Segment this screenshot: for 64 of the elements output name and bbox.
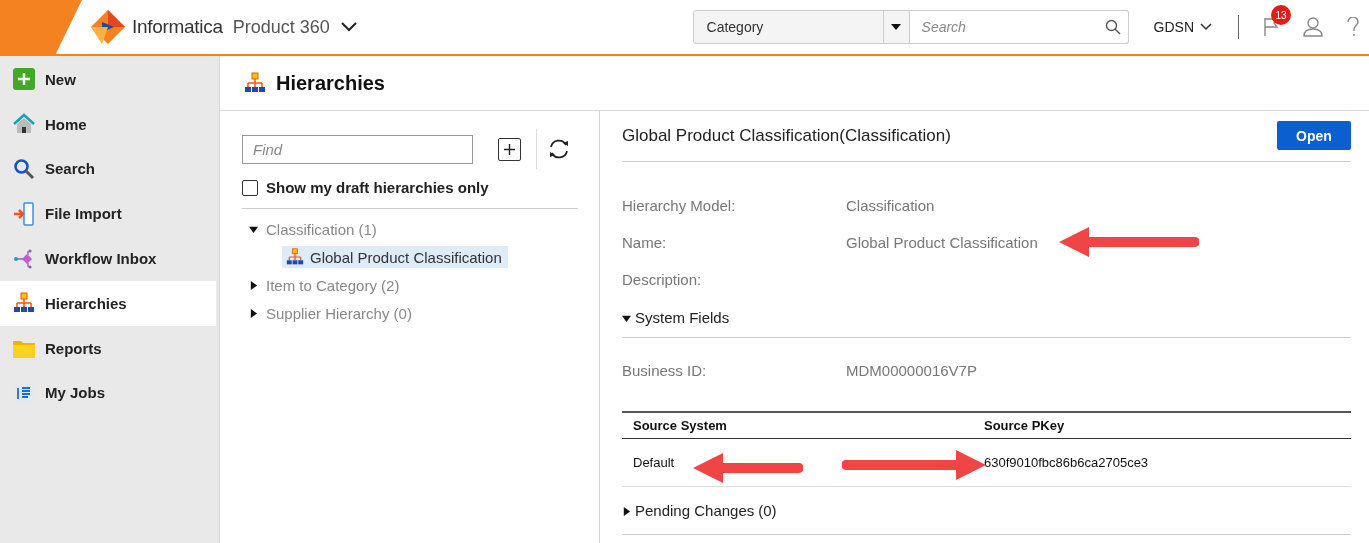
sidebar-item[interactable]: File Import: [0, 191, 216, 237]
plus-icon: [13, 68, 35, 91]
logo-icon: [90, 9, 126, 45]
help-icon[interactable]: [1347, 17, 1359, 37]
collapse-icon[interactable]: [622, 314, 631, 323]
column-header: Source PKey: [984, 418, 1065, 433]
checkbox[interactable]: [242, 179, 258, 196]
sidebar-item[interactable]: New: [0, 57, 216, 102]
search-field[interactable]: Search: [909, 10, 1129, 44]
open-button[interactable]: Open: [1277, 121, 1351, 150]
refresh-icon[interactable]: [547, 138, 571, 160]
search-icon: [13, 158, 35, 180]
pending-count: (0): [758, 502, 777, 519]
workflow-icon: [13, 247, 35, 270]
expand-icon[interactable]: [248, 280, 258, 290]
hierarchy-icon: [244, 72, 266, 94]
sidebar-item[interactable]: Reports: [0, 325, 216, 371]
field-label: Description:: [622, 271, 703, 288]
checkbox-label: Show my draft hierarchies only: [266, 179, 489, 196]
collapse-icon[interactable]: [248, 224, 258, 234]
caret-icon: [891, 24, 902, 30]
brand-name: Informatica: [132, 16, 223, 38]
product-switcher[interactable]: Product 360: [232, 16, 330, 38]
field-value: MDM00000016V7P: [846, 362, 977, 379]
chevron-down-icon[interactable]: [339, 21, 358, 33]
table-cell: 630f9010fbc86b6ca2705ce3: [984, 455, 1149, 470]
expand-icon[interactable]: [622, 507, 631, 516]
sidebar-item[interactable]: My Jobs: [0, 370, 216, 416]
column-header: Source System: [632, 418, 728, 433]
sidebar-item[interactable]: Search: [0, 146, 216, 192]
folder-icon: [13, 338, 35, 359]
field-label: Hierarchy Model:: [622, 197, 737, 214]
workspace-dropdown[interactable]: GDSN: [1153, 19, 1212, 35]
tree-node[interactable]: Item to Category (2): [266, 276, 400, 294]
field-value: Classification: [846, 197, 935, 214]
sidebar-item[interactable]: Workflow Inbox: [0, 236, 216, 281]
home-icon: [13, 113, 35, 136]
find-field[interactable]: Find: [242, 134, 473, 164]
notification-badge: 13: [1271, 5, 1291, 25]
sidebar-item[interactable]: Hierarchies: [0, 281, 216, 326]
tree-node[interactable]: Classification (1): [266, 220, 377, 238]
chevron-down-icon: [1200, 23, 1212, 31]
hierarchy-icon: [286, 248, 304, 266]
tree-node[interactable]: Global Product Classification: [282, 246, 508, 268]
search-icon[interactable]: [1104, 19, 1121, 35]
field-label: Business ID:: [622, 362, 708, 379]
detail-title: Global Product Classification(Classification): [622, 125, 951, 146]
flag-icon[interactable]: [1263, 17, 1281, 37]
hierarchy-icon: [13, 292, 35, 315]
field-value: Global Product Classification: [846, 234, 1038, 251]
table-cell: Default: [633, 455, 675, 470]
add-button[interactable]: [498, 137, 521, 161]
section-header[interactable]: Pending Changes: [635, 502, 755, 519]
sidebar-item[interactable]: Home: [0, 101, 216, 147]
field-label: Name:: [622, 234, 668, 251]
file-import-icon: [13, 201, 35, 226]
user-icon[interactable]: [1303, 17, 1323, 37]
jobs-icon: [13, 381, 35, 404]
expand-icon[interactable]: [248, 308, 258, 318]
section-header[interactable]: System Fields: [635, 309, 730, 326]
search-scope-dropdown[interactable]: Category: [692, 10, 910, 44]
tree-node[interactable]: Supplier Hierarchy (0): [266, 304, 412, 322]
page-title: Hierarchies: [276, 71, 385, 95]
plus-icon: [503, 142, 516, 156]
